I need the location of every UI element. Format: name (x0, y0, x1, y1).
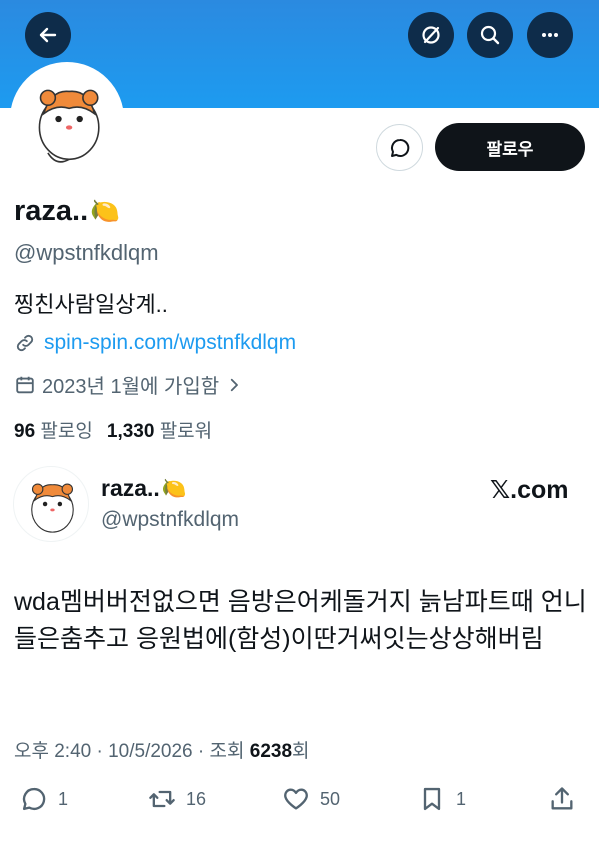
repost-icon (149, 790, 175, 808)
search-icon (480, 25, 500, 45)
grok-icon (422, 26, 440, 44)
follow-counts: 96 팔로잉 1,330 팔로워 (14, 416, 212, 443)
profile-link-text[interactable]: spin-spin.com/wpstnfkdlqm (44, 331, 296, 355)
reply-button[interactable]: 1 (20, 785, 68, 813)
joined-text: 2023년 1월에 가입함 (42, 376, 220, 398)
post-author-avatar[interactable] (13, 466, 89, 542)
share-button[interactable] (548, 785, 576, 813)
x-brand-logo: 𝕏.com (490, 476, 569, 504)
profile-handle: @wpstnfkdlqm (14, 240, 159, 265)
back-button[interactable] (25, 12, 71, 58)
calendar-icon (16, 376, 34, 393)
chevron-right-icon (230, 378, 239, 391)
bookmark-count: 1 (456, 788, 467, 809)
more-icon (542, 33, 558, 37)
post-author-handle[interactable]: @wpstnfkdlqm (101, 508, 239, 532)
post-meta: 오후 2:40 · 10/5/2026 · 조회 6238회 (14, 736, 310, 763)
profile-display-name: raza.. 🍋 (14, 195, 120, 228)
post-author-name[interactable]: raza.. 🍋 (101, 475, 187, 502)
post-actions: 1 16 50 1 (0, 785, 599, 825)
message-icon (390, 138, 409, 157)
lemon-emoji: 🍋 (161, 478, 187, 500)
post-timestamp: 오후 2:40 · 10/5/2026 · 조회 (14, 741, 245, 762)
display-name-text: raza.. (14, 195, 89, 227)
joined-date[interactable]: 2023년 1월에 가입함 (14, 370, 243, 399)
more-button[interactable] (527, 12, 573, 58)
profile-link[interactable]: spin-spin.com/wpstnfkdlqm (14, 331, 296, 355)
repost-button[interactable]: 16 (148, 785, 206, 813)
repost-count: 16 (186, 788, 207, 809)
post-author-name-text: raza.. (101, 475, 160, 501)
bookmark-button[interactable]: 1 (418, 785, 466, 813)
profile-avatar[interactable] (10, 62, 124, 176)
share-icon (551, 787, 573, 810)
reply-count: 1 (58, 788, 69, 809)
back-arrow-icon (39, 27, 57, 43)
reply-icon (22, 787, 46, 811)
grok-button[interactable] (408, 12, 454, 58)
follow-button[interactable]: 팔로우 (435, 123, 585, 171)
following-count: 96 (14, 421, 36, 442)
hamster-avatar-image (38, 89, 100, 163)
bookmark-icon (423, 787, 441, 811)
lemon-emoji: 🍋 (90, 198, 121, 225)
following-link[interactable]: 96 팔로잉 (14, 416, 93, 443)
view-count: 6238 (249, 741, 293, 762)
followers-link[interactable]: 1,330 팔로워 (107, 416, 212, 443)
message-button[interactable] (376, 124, 423, 171)
like-icon (284, 788, 308, 810)
like-count: 50 (320, 788, 341, 809)
followers-label: 팔로워 (159, 421, 213, 442)
view-suffix: 회 (292, 741, 310, 762)
like-button[interactable]: 50 (282, 785, 340, 813)
following-label: 팔로잉 (40, 421, 93, 442)
followers-count: 1,330 (106, 421, 155, 442)
link-icon (16, 334, 34, 352)
post-body: wda멤버버전없으면 음방은어케돌거지 늙남파트때 언니들은춤추고 응원법에(함… (14, 588, 587, 653)
hamster-avatar-image (31, 483, 74, 533)
search-button[interactable] (467, 12, 513, 58)
profile-bio: 찡친사람일상계.. (14, 292, 168, 317)
